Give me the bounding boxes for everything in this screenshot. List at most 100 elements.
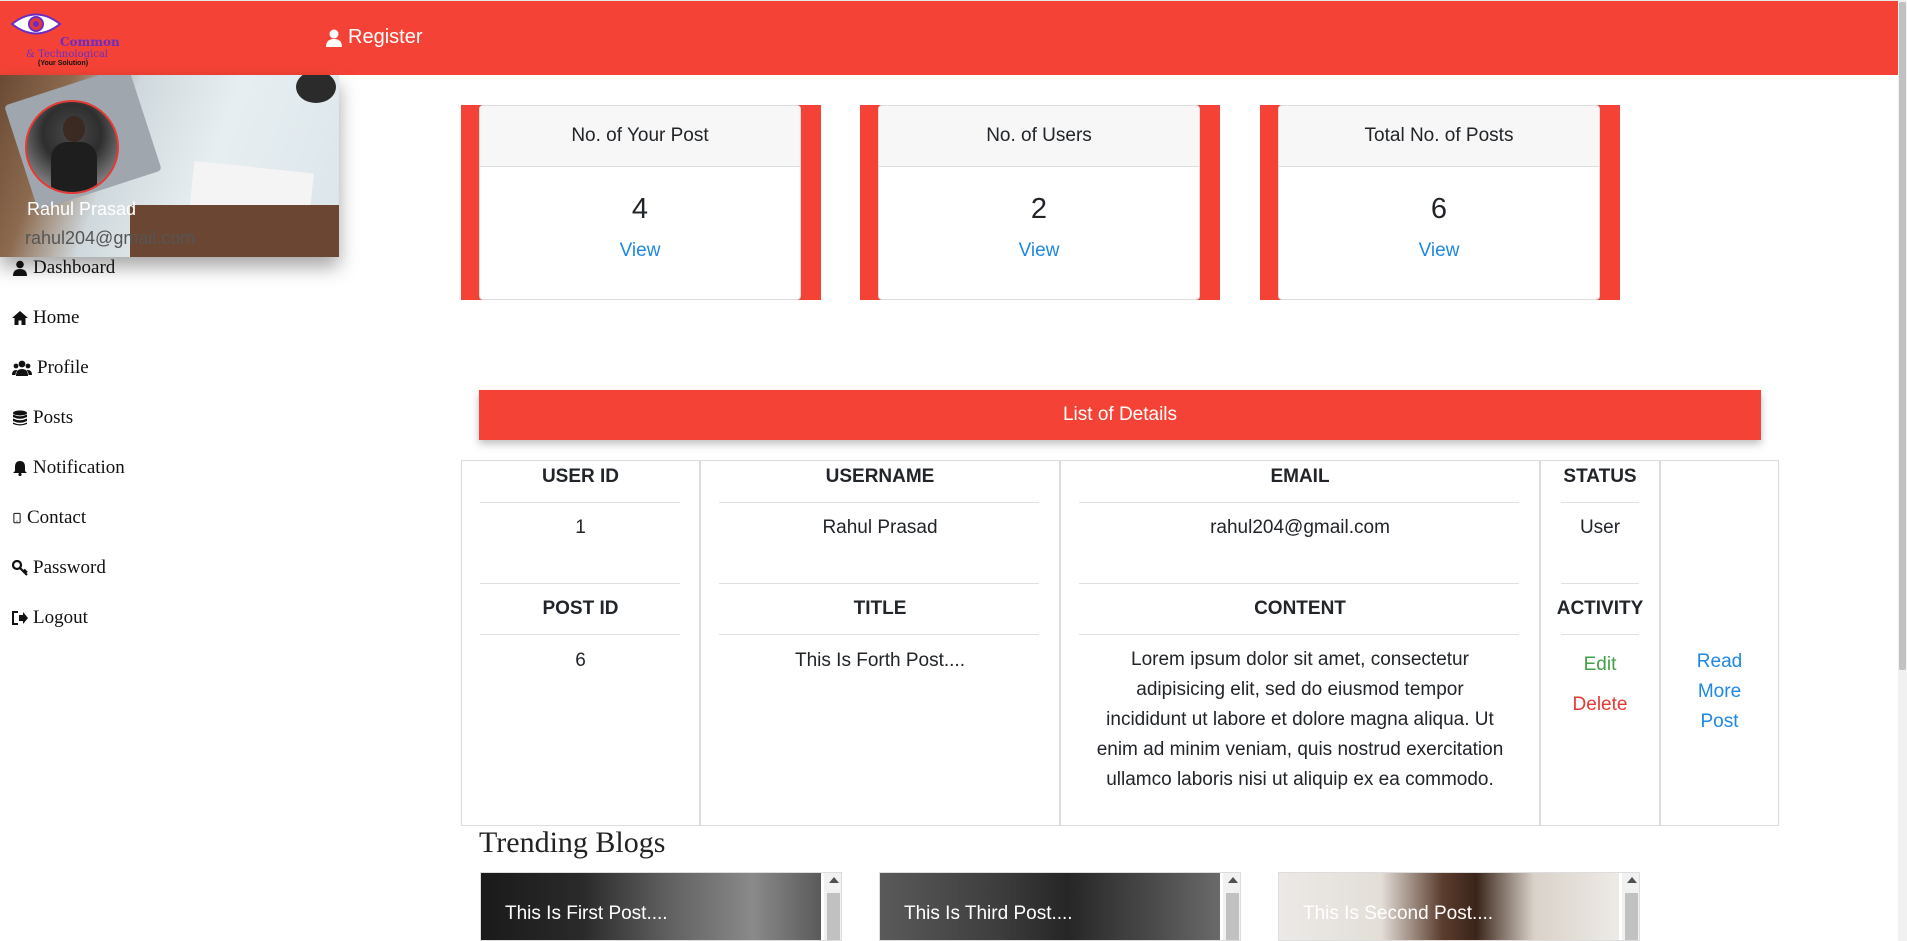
read-more-line: More [1697,681,1742,702]
divider [719,583,1039,584]
key-icon [12,560,28,576]
read-more-line: Read [1696,651,1743,672]
page-scrollbar[interactable] [1898,0,1907,941]
blog-scrollbar[interactable] [1622,873,1639,940]
header-title: TITLE [853,598,907,619]
sidebar-item-logout[interactable]: Logout [12,607,88,629]
stat-card-total-posts: Total No. of Posts 6 View [1260,105,1620,300]
stat-card-value: 4 [631,193,649,225]
divider [480,502,680,503]
blog-title[interactable]: This Is Third Post.... [904,903,1073,925]
sidebar-item-dashboard[interactable]: Dashboard [12,257,115,279]
table-column-status-activity: STATUS User ACTIVITY Edit Delete [1541,461,1661,825]
sidebar-item-label: Password [33,557,106,578]
logo-line-3: (Your Solution) [38,60,89,67]
content-line: ullamco laboris nisi ut aliquip ex ea co… [1106,769,1494,790]
sidebar-item-label: Home [33,307,80,328]
register-label: Register [348,26,423,48]
scroll-up-arrow-icon[interactable] [1228,877,1238,883]
stat-view-link[interactable]: View [879,240,1199,262]
page-scrollbar-thumb[interactable] [1899,2,1906,670]
divider [1079,502,1519,503]
read-more-line: Post [1700,711,1739,732]
content-line: adipisicing elit, sed do eiusmod tempor [1136,679,1464,700]
divider [719,502,1039,503]
content-line: incididunt ut labore et dolore magna ali… [1106,709,1494,730]
stat-view-link[interactable]: View [480,240,800,262]
blog-card[interactable]: This Is Third Post.... [879,872,1241,941]
profile-name: Rahul Prasad [27,199,137,219]
profile-email: rahul204@gmail.com [25,228,196,248]
blog-title[interactable]: This Is Second Post.... [1303,903,1493,925]
read-more-post-link[interactable]: Read More Post [1661,647,1778,737]
stat-card-title: No. of Users [879,106,1199,167]
logo-line-1: Common [60,35,120,49]
header-user-id: USER ID [541,466,620,487]
sidebar-item-label: Posts [33,407,74,428]
cell-title: This Is Forth Post.... [795,650,965,671]
sidebar-item-profile[interactable]: Profile [12,357,89,379]
header-status: STATUS [1563,466,1637,487]
logo[interactable]: Common & Technological (Your Solution) [6,9,122,67]
content-line: enim ad minim veniam, quis nostrud exerc… [1096,739,1504,760]
blog-scrollbar[interactable] [1223,873,1240,940]
user-icon [13,260,27,276]
table-column-names: USERNAME Rahul Prasad TITLE This Is Fort… [701,461,1061,825]
blog-scrollbar-thumb[interactable] [1226,893,1239,940]
sidebar-item-posts[interactable]: Posts [12,407,73,429]
user-icon [326,29,342,47]
stat-card-value: 6 [1430,193,1448,225]
scroll-up-arrow-icon[interactable] [829,877,839,883]
blog-scrollbar[interactable] [824,873,841,940]
mobile-icon [13,512,21,524]
sidebar-item-home[interactable]: Home [12,307,79,329]
avatar-body [51,142,97,192]
edit-link[interactable]: Edit [1541,654,1659,676]
cell-email: rahul204@gmail.com [1210,517,1390,538]
stat-card-title: Total No. of Posts [1279,106,1599,167]
sidebar-item-contact[interactable]: Contact [12,507,86,529]
delete-link[interactable]: Delete [1541,694,1659,716]
sidebar-item-label: Profile [37,357,89,378]
avatar[interactable] [25,100,119,194]
header-username: USERNAME [825,466,935,487]
database-icon [13,410,27,426]
stat-card-title: No. of Your Post [480,106,800,167]
bell-icon [13,461,27,476]
header-content: CONTENT [1254,598,1346,619]
stat-view-link[interactable]: View [1279,240,1599,262]
divider [480,634,680,635]
header-email: EMAIL [1270,466,1330,487]
blog-scrollbar-thumb[interactable] [827,893,840,940]
table-column-email-content: EMAIL rahul204@gmail.com CONTENT Lorem i… [1061,461,1541,825]
eye-logo-icon [10,13,62,35]
sidebar-item-label: Contact [27,507,87,528]
sidebar-item-label: Dashboard [33,257,116,278]
blog-title[interactable]: This Is First Post.... [505,903,668,925]
register-link[interactable]: Register [326,26,422,49]
cell-user-id: 1 [575,517,586,538]
blog-card[interactable]: This Is First Post.... [480,872,842,941]
sidebar-item-label: Notification [33,457,125,478]
divider [1079,634,1519,635]
sidebar-item-password[interactable]: Password [12,557,106,579]
home-icon [12,311,28,325]
header-activity: ACTIVITY [1556,598,1644,619]
scroll-up-arrow-icon[interactable] [1627,877,1637,883]
stat-card-value: 2 [1030,193,1048,225]
logo-line-2: & Technological [26,49,108,60]
divider [1079,583,1519,584]
blog-card[interactable]: This Is Second Post.... [1278,872,1640,941]
stat-card-users: No. of Users 2 View [860,105,1220,300]
table-column-ids: USER ID 1 POST ID 6 [462,461,701,825]
cell-status: User [1579,517,1621,538]
avatar-head [63,116,85,142]
header-post-id: POST ID [542,598,619,619]
blog-scrollbar-thumb[interactable] [1625,893,1638,940]
sidebar-item-notification[interactable]: Notification [12,457,125,479]
trending-blogs-heading: Trending Blogs [479,826,666,859]
sign-out-icon [12,611,28,625]
stat-card-your-posts: No. of Your Post 4 View [461,105,821,300]
cover-image-camera [296,75,336,103]
profile-card: Rahul Prasad rahul204@gmail.com [0,75,339,257]
